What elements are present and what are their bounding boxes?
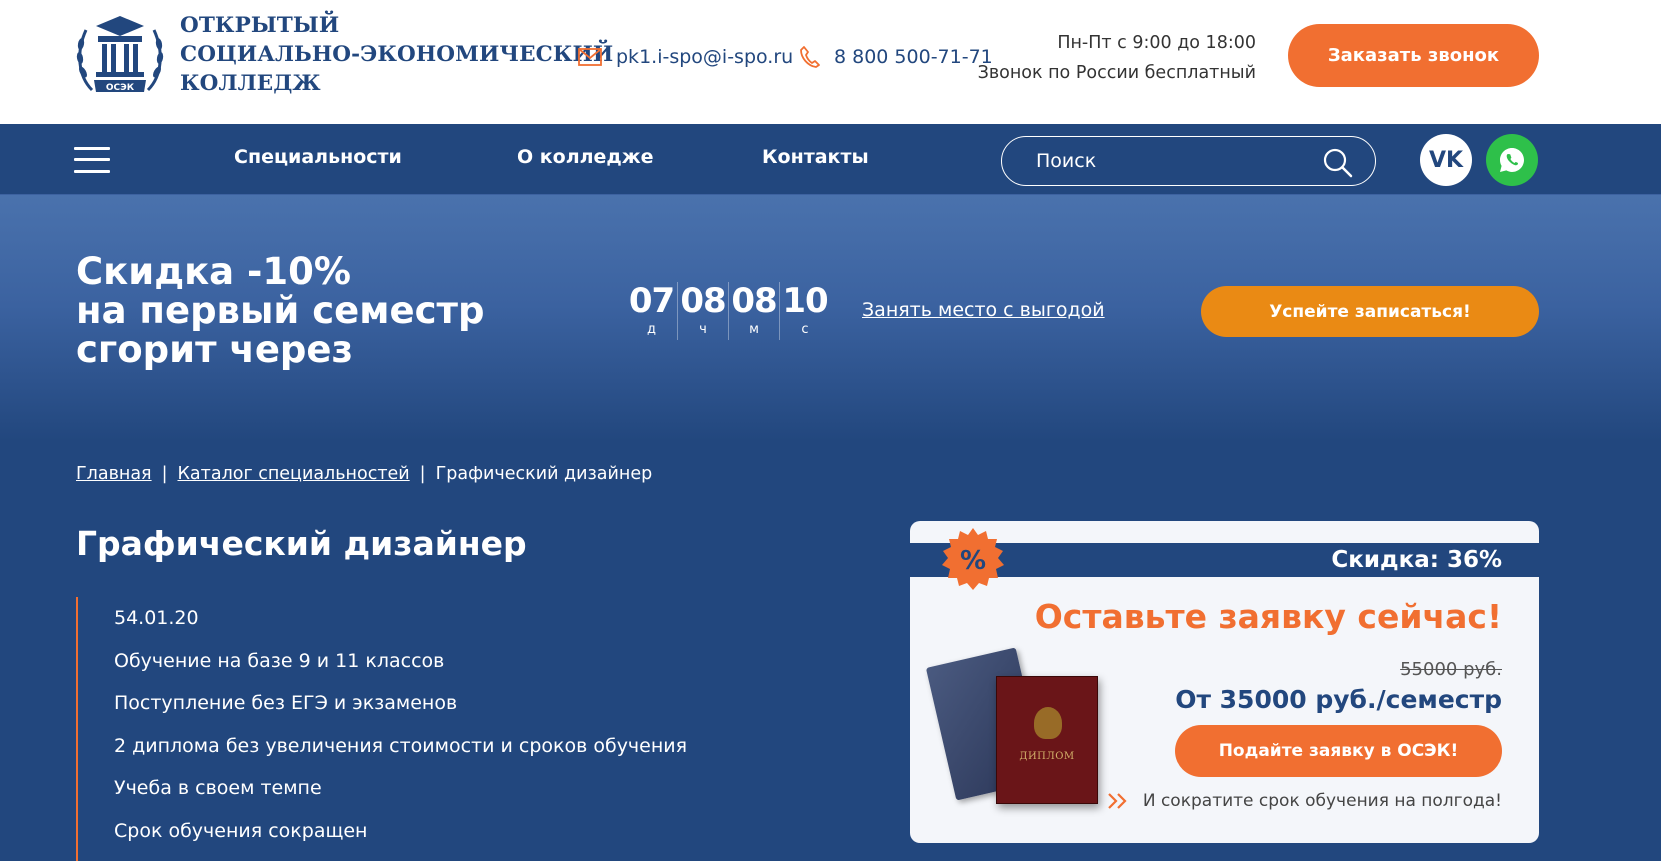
vk-icon[interactable]: VK (1420, 134, 1472, 186)
nav-link-contacts[interactable]: Контакты (762, 146, 869, 168)
breadcrumb-separator: | (161, 464, 168, 484)
card-note: И сократите срок обучения на полгода! (1107, 791, 1502, 811)
list-item: Обучение на базе 9 и 11 классов (114, 649, 445, 672)
breadcrumb-catalog[interactable]: Каталог специальностей (178, 464, 410, 484)
brand-line: КОЛЛЕДЖ (180, 71, 321, 96)
hours-text: Пн-Пт с 9:00 до 18:00 (1057, 33, 1256, 53)
email-text: pk1.i-spo@i-spo.ru (616, 46, 794, 68)
badge-text: % (960, 546, 986, 576)
timer-unit: с (801, 322, 809, 337)
order-call-button[interactable]: Заказать звонок (1288, 24, 1539, 87)
timer-seconds: 10 с (779, 282, 830, 340)
working-hours: Пн-Пт с 9:00 до 18:00 Звонок по России б… (960, 28, 1256, 88)
nav-link-specialties[interactable]: Специальности (234, 146, 402, 168)
search-box (1001, 136, 1376, 186)
old-price: 55000 руб. (1400, 659, 1502, 680)
timer-value: 08 (731, 281, 777, 321)
timer-unit: ч (699, 322, 707, 337)
card-headline: Оставьте заявку сейчас! (1034, 597, 1502, 636)
discount-title-line: сгорит через (76, 328, 353, 371)
current-price: От 35000 руб./семестр (1175, 685, 1502, 714)
discount-title-line: на первый семестр (76, 289, 485, 332)
features-list: 54.01.20 Обучение на базе 9 и 11 классов… (76, 597, 687, 861)
double-chevron-icon (1108, 793, 1127, 809)
book-place-link[interactable]: Занять место с выгодой (862, 299, 1105, 321)
phone-icon (800, 46, 820, 68)
brand-line: ОТКРЫТЫЙ (180, 13, 340, 38)
timer-unit: д (647, 322, 656, 337)
card-discount: Скидка: 36% (1331, 547, 1502, 573)
list-item: Поступление без ЕГЭ и экзаменов (114, 692, 458, 714)
diploma-label: ДИПЛОМ (1019, 751, 1075, 762)
page-title: Графический дизайнер (76, 524, 527, 563)
menu-icon[interactable] (74, 146, 110, 174)
list-item: 54.01.20 (114, 607, 199, 629)
search-input[interactable] (1036, 148, 1316, 174)
note-text: И сократите срок обучения на полгода! (1142, 791, 1502, 811)
application-card: % Скидка: 36% Оставьте заявку сейчас! 55… (910, 521, 1539, 843)
discount-title-line: Скидка -10% (76, 250, 351, 293)
timer-value: 08 (680, 281, 726, 321)
timer-minutes: 08 м (728, 282, 779, 340)
top-header: ОСЭК ОТКРЫТЫЙ СОЦИАЛЬНО-ЭКОНОМИЧЕСКИЙ КО… (0, 0, 1661, 124)
countdown-timer: 07 д 08 ч 08 м 10 с (626, 282, 830, 340)
breadcrumb-separator: | (419, 464, 426, 484)
percent-badge-icon: % (942, 528, 1004, 590)
logo-text: ОСЭК (106, 83, 135, 93)
breadcrumb-current: Графический дизайнер (435, 464, 653, 484)
timer-days: 07 д (626, 282, 677, 340)
mail-icon (578, 48, 602, 66)
nav-link-about[interactable]: О колледже (517, 146, 654, 168)
list-item: Срок обучения сокращен (114, 819, 368, 842)
discount-title: Скидка -10% на первый семестр сгорит чер… (76, 252, 484, 369)
enroll-button[interactable]: Успейте записаться! (1201, 286, 1539, 337)
whatsapp-icon[interactable] (1486, 134, 1538, 186)
search-icon[interactable] (1322, 147, 1354, 179)
timer-hours: 08 ч (677, 282, 728, 340)
timer-value: 07 (628, 281, 675, 321)
list-item: 2 диплома без увеличения стоимости и сро… (114, 734, 688, 757)
college-logo[interactable]: ОСЭК (74, 12, 166, 98)
list-item: Учеба в своем темпе (114, 777, 322, 799)
apply-button[interactable]: Подайте заявку в ОСЭК! (1175, 725, 1502, 777)
timer-unit: м (749, 322, 759, 337)
hours-note: Звонок по России бесплатный (977, 63, 1256, 83)
college-name[interactable]: ОТКРЫТЫЙ СОЦИАЛЬНО-ЭКОНОМИЧЕСКИЙ КОЛЛЕДЖ (180, 11, 614, 98)
breadcrumb-home[interactable]: Главная (76, 464, 152, 484)
brand-line: СОЦИАЛЬНО-ЭКОНОМИЧЕСКИЙ (180, 42, 614, 67)
timer-value: 10 (782, 281, 828, 321)
email-link[interactable]: pk1.i-spo@i-spo.ru (578, 44, 793, 70)
diploma-image-red: ДИПЛОМ (996, 676, 1098, 804)
main-nav: Специальности О колледже Контакты VK (0, 124, 1661, 195)
discount-banner: Скидка -10% на первый семестр сгорит чер… (0, 195, 1661, 441)
coat-of-arms-icon (1034, 707, 1062, 739)
breadcrumb: Главная | Каталог специальностей | Графи… (76, 464, 652, 484)
